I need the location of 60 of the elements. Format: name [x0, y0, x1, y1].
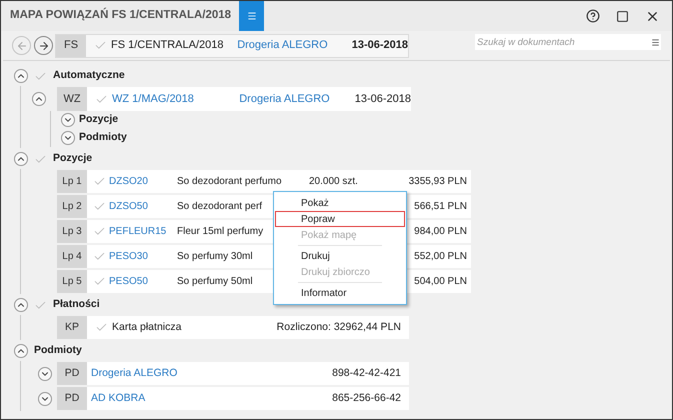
- window-title: MAPA POWIĄZAŃ FS 1/CENTRALA/2018: [10, 7, 232, 24]
- amount-text: 552,00 PLN: [414, 250, 467, 264]
- document-link[interactable]: Drogeria ALEGRO: [239, 92, 330, 105]
- payment-name: Karta płatnicza: [112, 320, 182, 335]
- document-type: PD: [57, 387, 87, 410]
- document-type: Lp 1: [57, 170, 87, 193]
- document-number: FS 1/CENTRALA/2018: [111, 38, 224, 54]
- section-title: Pozycje: [53, 151, 92, 166]
- position-row[interactable]: Lp 1 DZSO20 So dezodorant perfumo 20.000 szt. 3355,93 PLN: [57, 170, 471, 193]
- amount-text: 566,51 PLN: [414, 200, 467, 214]
- document-link[interactable]: AD KOBRA: [91, 392, 146, 404]
- amount-text: 3355,93 PLN: [408, 175, 467, 189]
- document-type: Lp 3: [57, 220, 87, 243]
- search-field[interactable]: Szukaj w dokumentach: [475, 34, 649, 50]
- document-link[interactable]: PEFLEUR15: [109, 226, 166, 237]
- subject-row[interactable]: PD AD KOBRA 865-256-66-42: [57, 387, 409, 410]
- date-text: 13-06-2018: [354, 92, 411, 107]
- document-link[interactable]: Drogeria ALEGRO: [237, 39, 328, 52]
- menu-item[interactable]: Pokaż: [275, 195, 405, 211]
- product-name: So dezodorant perf: [177, 201, 262, 212]
- quantity-text: 20.000 szt.: [309, 175, 358, 189]
- product-name: So perfumy 30ml: [177, 251, 253, 262]
- document-row[interactable]: WZ WZ 1/MAG/2018 Drogeria ALEGRO 13-06-2018: [57, 87, 411, 111]
- product-name: Fleur 15ml perfumy: [177, 226, 264, 237]
- document-type: FS: [56, 34, 86, 56]
- amount-text: 984,00 PLN: [414, 225, 467, 239]
- date-text: 13-06-2018: [352, 38, 408, 54]
- document-type: Lp 4: [57, 245, 87, 268]
- subsection-title: Pozycje: [79, 112, 118, 128]
- document-link[interactable]: PESO50: [109, 276, 148, 287]
- menu-item[interactable]: Popraw: [275, 211, 405, 227]
- payment-row[interactable]: KP Karta płatnicza Rozliczono: 32962,44 PLN: [57, 316, 409, 339]
- document-link[interactable]: Drogeria ALEGRO: [91, 366, 178, 379]
- subsection-title: Podmioty: [79, 130, 127, 146]
- help-icon[interactable]: [586, 9, 600, 23]
- tax-id-text: 898-42-42-421: [332, 366, 401, 381]
- document-link[interactable]: PESO30: [109, 251, 148, 262]
- product-name: So perfumy 50ml: [177, 276, 253, 287]
- document-link[interactable]: DZSO20: [109, 176, 148, 187]
- document-type: PD: [57, 362, 87, 385]
- section-title: Płatności: [53, 297, 100, 312]
- document-type: Lp 2: [57, 195, 87, 218]
- menu-icon[interactable]: [650, 38, 660, 46]
- menu-item[interactable]: Drukuj: [275, 248, 405, 264]
- section-title: Automatyczne: [53, 68, 125, 84]
- subject-row[interactable]: PD Drogeria ALEGRO 898-42-42-421: [57, 362, 409, 385]
- tax-id-text: 865-256-66-42: [332, 390, 401, 406]
- product-name: So dezodorant perfumo: [177, 176, 282, 187]
- section-title: Podmioty: [34, 343, 82, 358]
- maximize-icon[interactable]: [616, 10, 629, 22]
- document-type: WZ: [57, 87, 87, 111]
- document-link[interactable]: DZSO50: [109, 201, 148, 212]
- menu-button[interactable]: [239, 1, 264, 31]
- document-type: Lp 5: [57, 270, 87, 293]
- document-link[interactable]: WZ 1/MAG/2018: [112, 92, 194, 105]
- arrow-right-icon[interactable]: [38, 40, 50, 52]
- amount-text: Rozliczono: 32962,44 PLN: [276, 320, 401, 335]
- amount-text: 504,00 PLN: [414, 275, 467, 289]
- forward-button[interactable]: [34, 36, 53, 55]
- document-type: KP: [57, 316, 87, 339]
